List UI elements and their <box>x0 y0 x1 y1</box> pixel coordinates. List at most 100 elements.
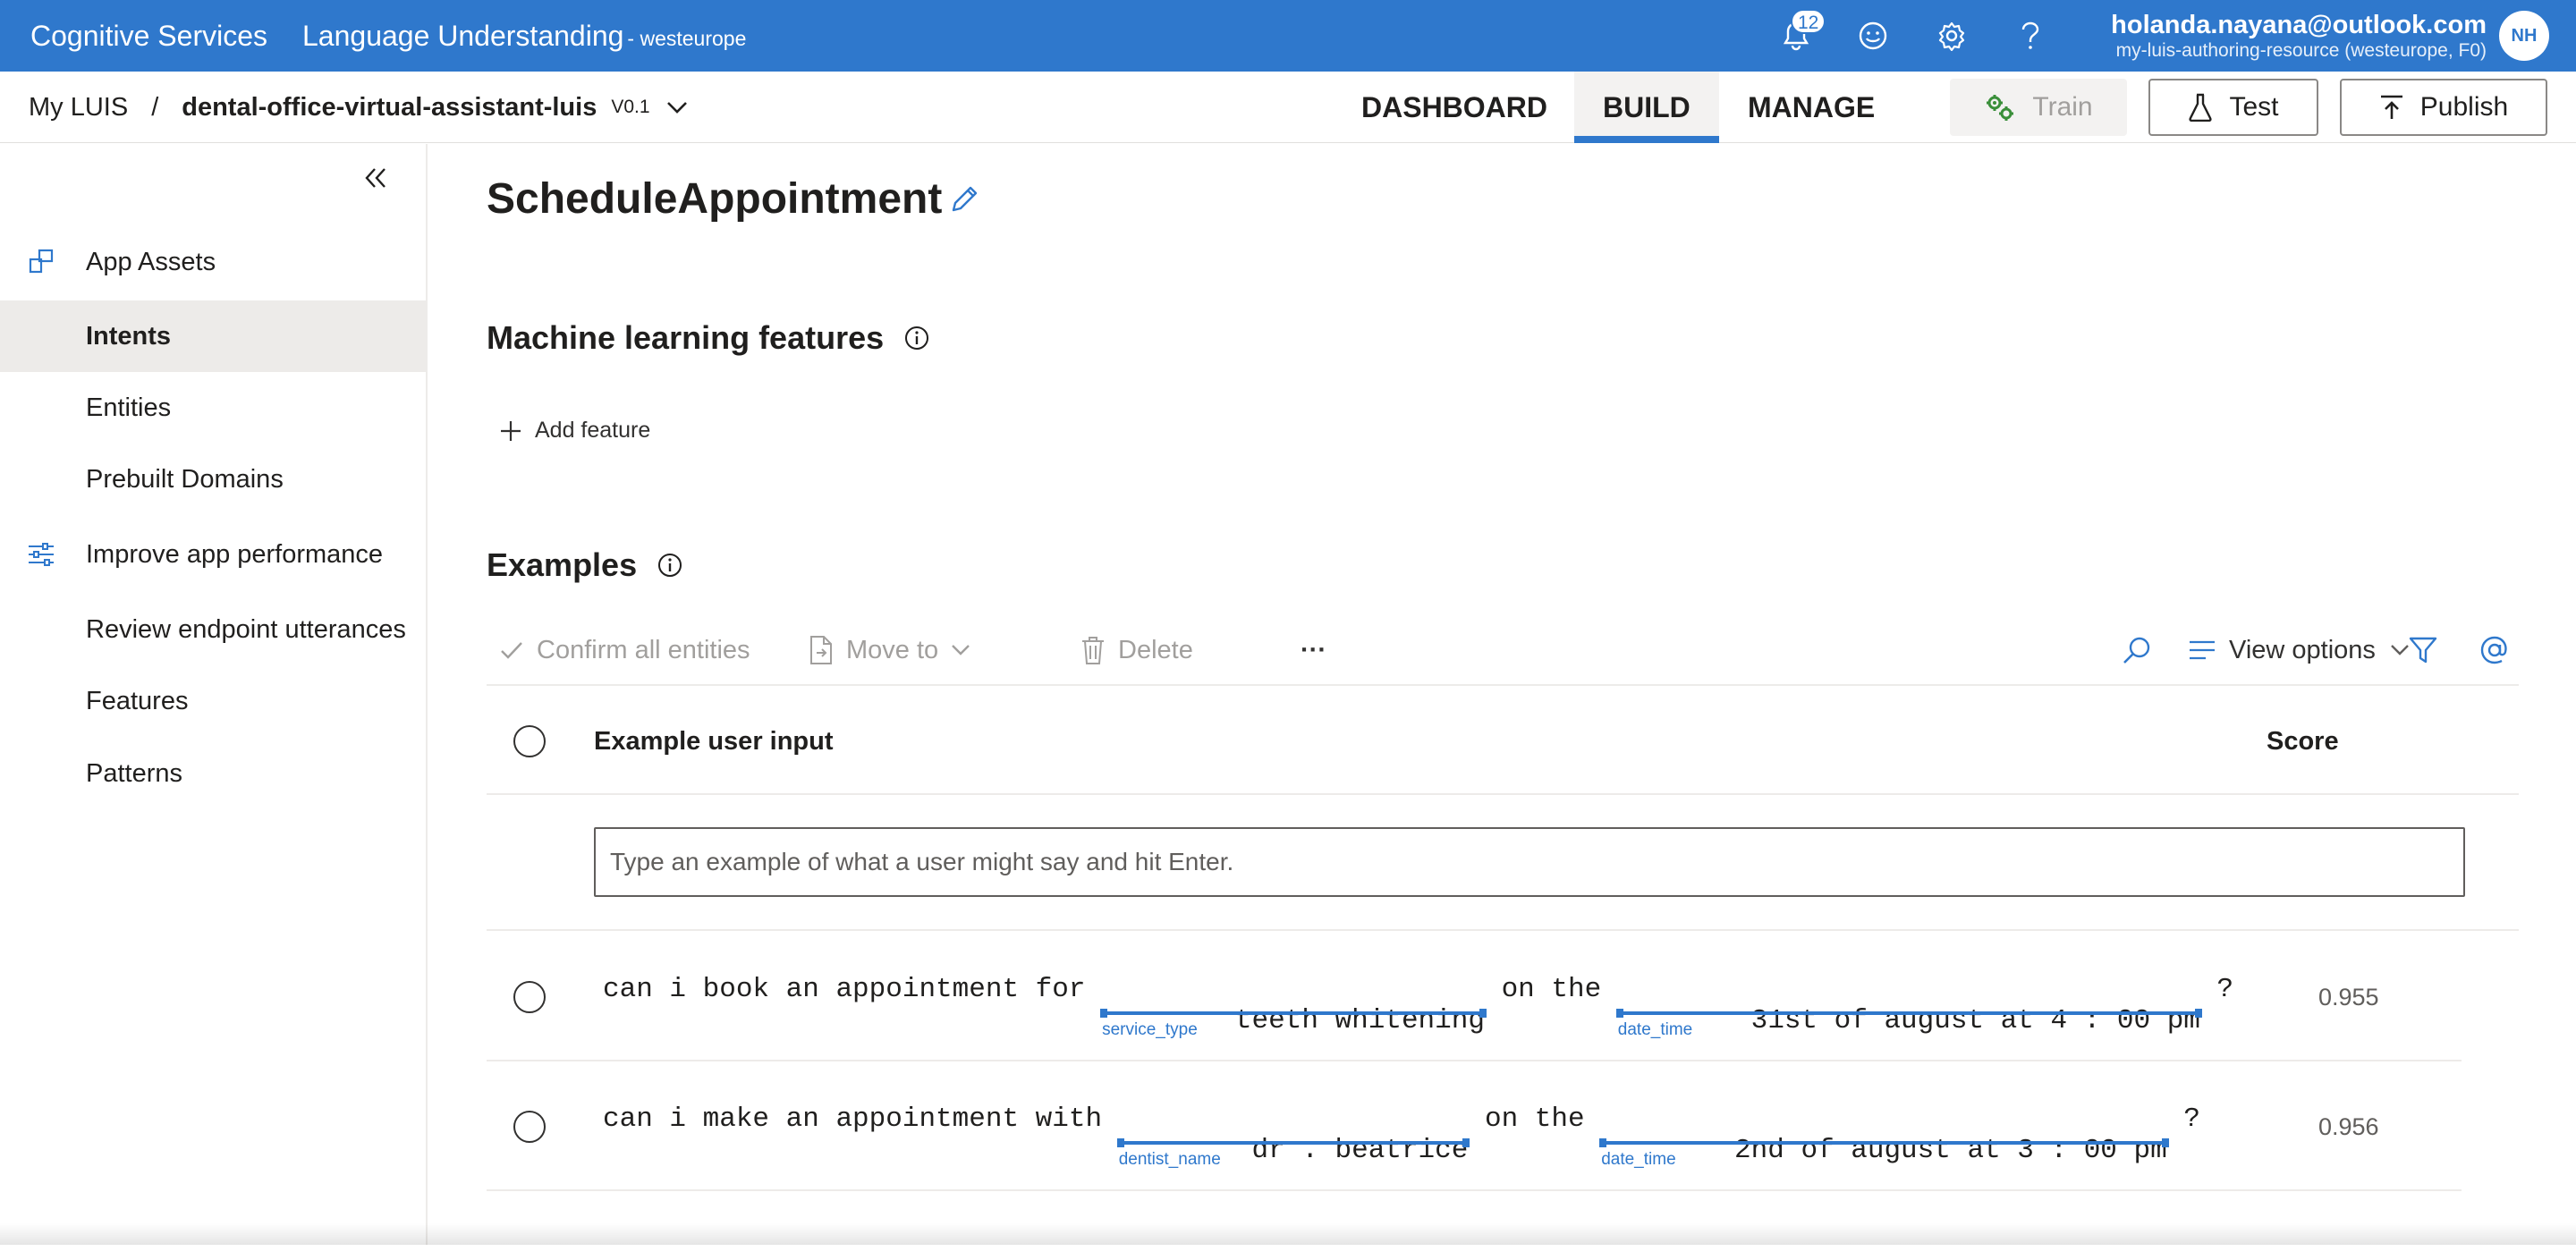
help-button[interactable] <box>2011 16 2050 55</box>
collapse-nav-button[interactable] <box>358 160 394 196</box>
train-label: Train <box>2032 92 2092 123</box>
sidebar-item-app-assets[interactable]: App Assets <box>0 226 428 298</box>
page-title: ScheduleAppointment <box>487 174 942 224</box>
brand-cognitive-services[interactable]: Cognitive Services <box>30 0 267 72</box>
entity-underline <box>1119 1141 1469 1145</box>
gear-icon <box>1936 21 1967 51</box>
move-to-button[interactable]: Move to <box>809 614 983 686</box>
column-header-input[interactable]: Example user input <box>594 688 834 795</box>
notification-count-badge: 12 <box>1791 9 1826 34</box>
utterance-segment: 31st of august at 4 : 00 pm <box>1751 1005 2200 1036</box>
chevron-down-icon <box>951 644 983 656</box>
row-select-radio[interactable] <box>513 1111 546 1143</box>
app-assets-icon <box>27 248 55 276</box>
test-label: Test <box>2229 92 2278 123</box>
more-actions-button[interactable]: ··· <box>1301 614 1326 686</box>
info-icon[interactable] <box>657 552 683 579</box>
utterance-segment: can i make an appointment with <box>603 1104 1119 1135</box>
app-header: My LUIS / dental-office-virtual-assistan… <box>0 72 2576 143</box>
entity-label[interactable]: date_time <box>1618 1020 1692 1040</box>
user-account[interactable]: holanda.nayana@outlook.com my-luis-autho… <box>2111 11 2487 63</box>
row-select-radio[interactable] <box>513 981 546 1013</box>
entity-underline <box>1618 1011 2200 1015</box>
checkmark-icon <box>499 639 537 661</box>
user-email: holanda.nayana@outlook.com <box>2111 11 2487 39</box>
version-dropdown-button[interactable] <box>666 101 688 114</box>
tab-dashboard[interactable]: DASHBOARD <box>1333 72 1576 143</box>
sidebar-item-review-endpoint-utterances[interactable]: Review endpoint utterances <box>0 594 428 665</box>
breadcrumb-my-luis[interactable]: My LUIS <box>29 93 128 123</box>
utterance-segment: 2nd of august at 3 : 00 pm <box>1734 1135 2167 1166</box>
product-name[interactable]: Language Understanding- westeurope <box>302 0 746 72</box>
sidebar-item-label: Intents <box>86 322 171 351</box>
trash-icon <box>1080 635 1118 665</box>
rename-intent-button[interactable] <box>948 183 980 216</box>
utterance-segment: can i book an appointment for <box>603 974 1102 1005</box>
product-title: Language Understanding <box>302 20 623 52</box>
train-button[interactable]: Train <box>1950 79 2127 136</box>
select-all-radio[interactable] <box>513 725 546 757</box>
gears-icon <box>1984 92 2032 123</box>
left-nav: App Assets Intents Entities Prebuilt Dom… <box>0 144 428 1245</box>
confirm-all-label: Confirm all entities <box>537 636 750 665</box>
entity-label[interactable]: service_type <box>1102 1020 1198 1040</box>
sidebar-item-features[interactable]: Features <box>0 665 428 737</box>
publish-label: Publish <box>2420 92 2508 123</box>
view-options-label: View options <box>2229 636 2376 665</box>
utterance-segment: ? <box>2167 1104 2200 1135</box>
entity-label[interactable]: date_time <box>1601 1150 1675 1170</box>
tab-build[interactable]: BUILD <box>1574 72 1719 143</box>
entity-label[interactable]: dentist_name <box>1119 1150 1221 1170</box>
app-version: V0.1 <box>611 97 649 118</box>
main-content: ScheduleAppointment Machine learning fea… <box>429 144 2576 1245</box>
move-to-label: Move to <box>846 636 938 665</box>
sidebar-item-label: Improve app performance <box>86 540 383 570</box>
smiley-icon <box>1858 21 1888 51</box>
sidebar-item-patterns[interactable]: Patterns <box>0 738 428 809</box>
entity-underline <box>1102 1011 1485 1015</box>
view-options-button[interactable]: View options <box>2188 614 2422 686</box>
feedback-button[interactable] <box>1853 16 1893 55</box>
sidebar-item-label: Patterns <box>86 759 182 789</box>
utterance-segment: ? <box>2200 974 2233 1005</box>
utterance-segment: teeth whitening <box>1235 1005 1485 1036</box>
entity-underline <box>1601 1141 2167 1145</box>
column-header-score[interactable]: Score <box>2267 688 2339 795</box>
at-sign-icon <box>2479 635 2522 665</box>
new-example-row <box>487 797 2519 931</box>
add-feature-button[interactable]: Add feature <box>499 418 650 444</box>
sidebar-item-improve-app-performance[interactable]: Improve app performance <box>0 519 428 590</box>
example-input[interactable] <box>594 827 2465 897</box>
info-icon[interactable] <box>903 325 930 351</box>
score-value: 0.956 <box>2318 1062 2379 1191</box>
sidebar-item-intents[interactable]: Intents <box>0 300 428 372</box>
sidebar-item-prebuilt-domains[interactable]: Prebuilt Domains <box>0 444 428 515</box>
breadcrumb: My LUIS / dental-office-virtual-assistan… <box>29 72 688 143</box>
settings-button[interactable] <box>1932 16 1971 55</box>
top-bar: Cognitive Services Language Understandin… <box>0 0 2576 72</box>
table-row[interactable]: can i book an appointment for teeth whit… <box>487 933 2462 1061</box>
examples-title: Examples <box>487 546 637 584</box>
pencil-icon <box>948 183 980 216</box>
move-document-icon <box>809 635 846 665</box>
entity-mention-button[interactable] <box>2479 614 2522 686</box>
confirm-all-entities-button[interactable]: Confirm all entities <box>499 614 750 686</box>
sliders-icon <box>27 542 55 567</box>
ml-features-heading: Machine learning features <box>487 319 930 357</box>
tab-manage[interactable]: MANAGE <box>1719 72 1903 143</box>
sidebar-item-entities[interactable]: Entities <box>0 372 428 444</box>
filter-button[interactable] <box>2408 614 2451 686</box>
delete-label: Delete <box>1118 636 1193 665</box>
search-button[interactable] <box>2122 614 2165 686</box>
publish-button[interactable]: Publish <box>2340 79 2547 136</box>
examples-command-bar: Confirm all entities Move to Delete ··· <box>487 614 2519 686</box>
lines-icon <box>2188 638 2229 662</box>
sidebar-item-label: Features <box>86 687 188 716</box>
chevron-down-icon <box>666 101 688 114</box>
plus-icon <box>499 419 535 443</box>
utterance-segment: on the <box>1468 1104 1601 1135</box>
table-row[interactable]: can i make an appointment with dr . beat… <box>487 1062 2462 1191</box>
delete-button[interactable]: Delete <box>1080 614 1193 686</box>
test-button[interactable]: Test <box>2148 79 2318 136</box>
avatar[interactable]: NH <box>2499 11 2549 61</box>
